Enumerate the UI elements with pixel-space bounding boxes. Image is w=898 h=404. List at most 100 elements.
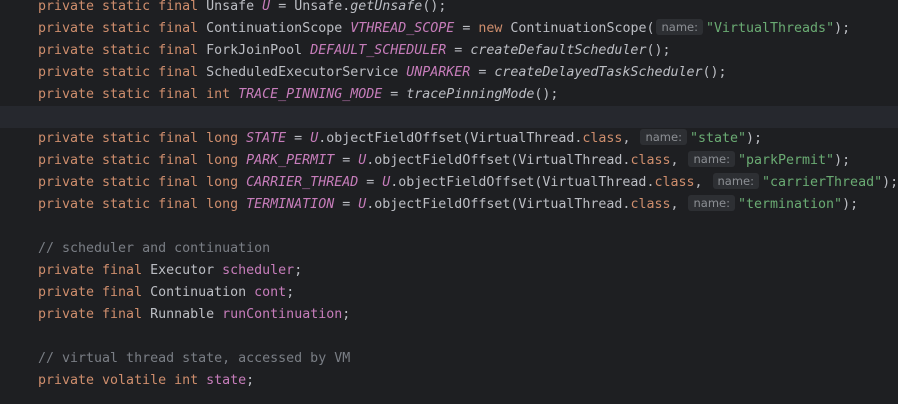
- code-token: ;: [286, 285, 295, 300]
- code-line[interactable]: private static final long CARRIER_THREAD…: [0, 172, 898, 194]
- code-token: .objectFieldOffset(VirtualThread.: [366, 197, 631, 212]
- code-line[interactable]: private static final long PARK_PERMIT = …: [0, 150, 898, 172]
- method-token: createDelayedTaskScheduler: [494, 65, 703, 80]
- type-token: Runnable: [150, 307, 223, 322]
- keyword-token: new: [478, 21, 511, 36]
- parameter-hint: name:: [656, 19, 703, 35]
- code-token: =: [470, 65, 495, 80]
- code-token: .objectFieldOffset(VirtualThread.: [318, 131, 583, 146]
- code-line[interactable]: private static final int TRACE_PINNING_M…: [0, 84, 898, 106]
- static-field-token: PARK_PERMIT: [246, 153, 335, 168]
- code-token: ,: [622, 131, 639, 146]
- code-token: =: [382, 87, 407, 102]
- code-token: .objectFieldOffset(VirtualThread.: [366, 153, 631, 168]
- code-line[interactable]: private final Continuation cont;: [0, 282, 898, 304]
- code-line[interactable]: private static final long STATE = U.obje…: [0, 128, 898, 150]
- type-token: ContinuationScope: [206, 21, 351, 36]
- code-line[interactable]: private volatile int state;: [0, 370, 898, 392]
- keyword-token: class: [630, 197, 671, 212]
- string-token: "parkPermit": [737, 153, 835, 168]
- string-token: "VirtualThreads": [705, 21, 835, 36]
- field-token: runContinuation: [222, 307, 343, 322]
- static-field-token: UNPARKER: [406, 65, 471, 80]
- code-editor[interactable]: private static final Unsafe U = Unsafe.g…: [0, 0, 898, 404]
- code-token: =: [286, 131, 311, 146]
- keyword-token: private static final int: [38, 87, 239, 102]
- string-token: "termination": [737, 197, 843, 212]
- code-token: );: [882, 175, 898, 190]
- keyword-token: private static final long: [38, 197, 247, 212]
- static-field-token: DEFAULT_SCHEDULER: [310, 43, 447, 58]
- keyword-token: private static final: [38, 43, 207, 58]
- code-token: );: [834, 153, 851, 168]
- code-line[interactable]: private static final ContinuationScope V…: [0, 18, 898, 40]
- code-token: ;: [294, 263, 303, 278]
- code-token: ;: [246, 373, 255, 388]
- code-token: ();: [422, 0, 447, 14]
- static-field-token: TRACE_PINNING_MODE: [238, 87, 383, 102]
- parameter-hint: name:: [640, 129, 687, 145]
- code-line[interactable]: // scheduler and continuation: [0, 238, 898, 260]
- type-token: ScheduledExecutorService: [206, 65, 407, 80]
- keyword-token: private final: [38, 307, 151, 322]
- code-token: ,: [694, 175, 711, 190]
- keyword-token: private static final long: [38, 175, 247, 190]
- code-token: =: [446, 43, 471, 58]
- code-line[interactable]: private final Executor scheduler;: [0, 260, 898, 282]
- string-token: "state": [689, 131, 746, 146]
- code-token: =: [334, 153, 359, 168]
- type-token: Executor: [150, 263, 223, 278]
- current-line[interactable]: [0, 106, 898, 128]
- static-field-token: STATE: [246, 131, 287, 146]
- code-line[interactable]: // virtual thread state, accessed by VM: [0, 348, 898, 370]
- field-token: state: [206, 373, 247, 388]
- code-line[interactable]: private static final Unsafe U = Unsafe.g…: [0, 0, 898, 18]
- code-token: ,: [670, 153, 687, 168]
- parameter-hint: name:: [688, 195, 735, 211]
- comment-token: // virtual thread state, accessed by VM: [38, 351, 351, 366]
- code-token: =: [358, 175, 383, 190]
- field-token: scheduler: [222, 263, 295, 278]
- parameter-hint: name:: [688, 151, 735, 167]
- keyword-token: private static final long: [38, 131, 247, 146]
- type-token: Unsafe: [206, 0, 263, 14]
- keyword-token: private static final: [38, 0, 207, 14]
- keyword-token: private static final: [38, 21, 207, 36]
- code-token: ,: [670, 197, 687, 212]
- code-line[interactable]: [0, 326, 898, 348]
- code-token: ();: [702, 65, 727, 80]
- code-token: =: [334, 197, 359, 212]
- code-line[interactable]: [0, 216, 898, 238]
- code-token: ContinuationScope(: [510, 21, 655, 36]
- code-line[interactable]: private static final ForkJoinPool DEFAUL…: [0, 40, 898, 62]
- keyword-token: class: [630, 153, 671, 168]
- code-line[interactable]: private static final ScheduledExecutorSe…: [0, 62, 898, 84]
- code-token: .objectFieldOffset(VirtualThread.: [390, 175, 655, 190]
- keyword-token: private final: [38, 285, 151, 300]
- keyword-token: private static final long: [38, 153, 247, 168]
- code-line[interactable]: private final Runnable runContinuation;: [0, 304, 898, 326]
- keyword-token: private static final: [38, 65, 207, 80]
- code-line[interactable]: private static final long TERMINATION = …: [0, 194, 898, 216]
- static-field-token: U: [262, 0, 271, 14]
- comment-token: // scheduler and continuation: [38, 241, 271, 256]
- keyword-token: class: [582, 131, 623, 146]
- code-token: );: [834, 21, 851, 36]
- code-token: =: [454, 21, 479, 36]
- parameter-hint: name:: [712, 173, 759, 189]
- method-token: tracePinningMode: [406, 87, 535, 102]
- code-token: );: [746, 131, 763, 146]
- code-token: = Unsafe.: [270, 0, 351, 14]
- code-token: );: [842, 197, 859, 212]
- keyword-token: private final: [38, 263, 151, 278]
- code-token: ();: [646, 43, 671, 58]
- code-token: ;: [342, 307, 351, 322]
- static-field-token: TERMINATION: [246, 197, 335, 212]
- code-token: ();: [534, 87, 559, 102]
- keyword-token: class: [654, 175, 695, 190]
- string-token: "carrierThread": [762, 175, 883, 190]
- field-token: cont: [254, 285, 287, 300]
- static-field-token: CARRIER_THREAD: [246, 175, 359, 190]
- method-token: getUnsafe: [350, 0, 423, 14]
- static-field-token: VTHREAD_SCOPE: [350, 21, 455, 36]
